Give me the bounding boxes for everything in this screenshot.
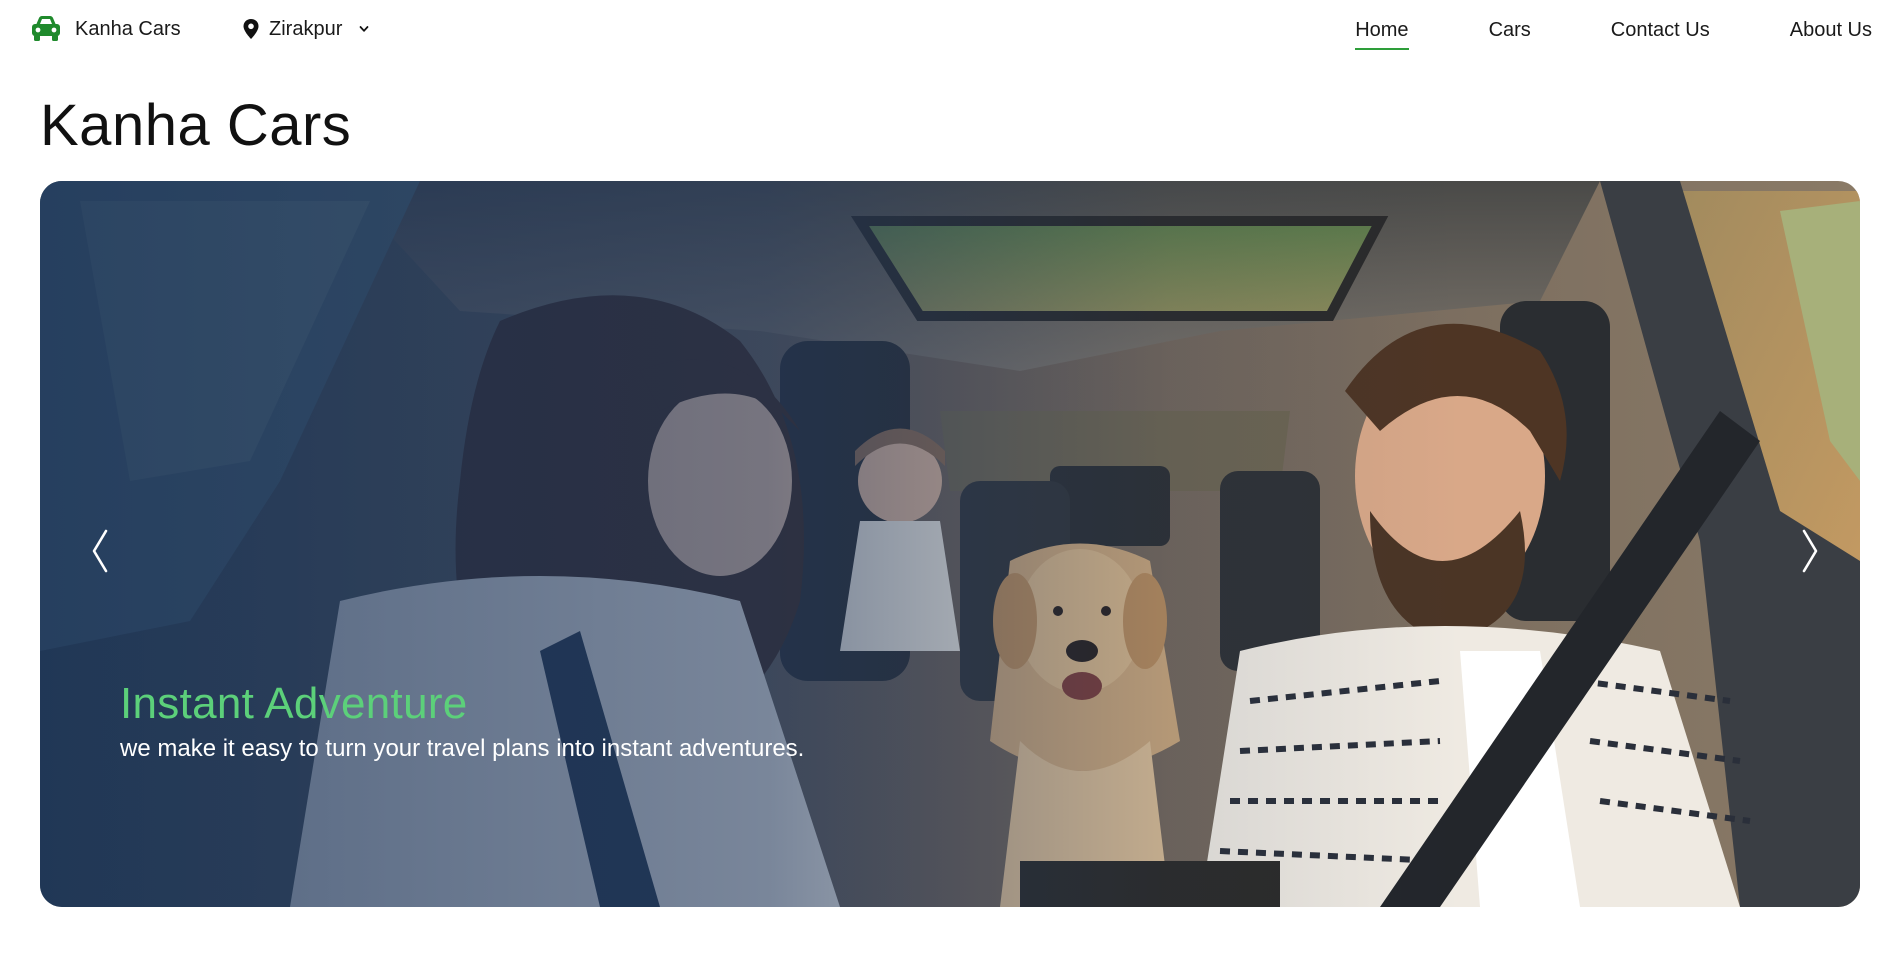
page-title: Kanha Cars xyxy=(40,93,352,158)
slide-text: we make it easy to turn your travel plan… xyxy=(120,735,805,762)
nav-link-home[interactable]: Home xyxy=(1355,13,1409,50)
location-name: Zirakpur xyxy=(269,17,343,40)
car-icon xyxy=(29,14,63,44)
carousel-next-button[interactable] xyxy=(1780,511,1840,591)
slide-title: Instant Adventure xyxy=(120,679,468,728)
chevron-left-icon xyxy=(89,528,111,574)
brand-link[interactable]: Kanha Cars xyxy=(29,12,181,46)
brand-name: Kanha Cars xyxy=(75,17,181,40)
map-pin-icon xyxy=(243,19,259,39)
hero-carousel: Instant Adventure we make it easy to tur… xyxy=(40,181,1860,907)
location-selector[interactable]: Zirakpur xyxy=(243,14,370,44)
chevron-down-icon xyxy=(352,23,370,35)
navbar: Kanha Cars Zirakpur Home Cars Contact Us… xyxy=(0,0,1892,58)
chevron-right-icon xyxy=(1799,528,1821,574)
slide-caption: Instant Adventure we make it easy to tur… xyxy=(120,679,804,763)
carousel-prev-button[interactable] xyxy=(70,511,130,591)
hero-overlay xyxy=(40,181,1860,907)
nav-link-cars[interactable]: Cars xyxy=(1489,13,1531,48)
nav-link-contact-us[interactable]: Contact Us xyxy=(1611,13,1710,48)
nav-links: Home Cars Contact Us About Us xyxy=(1355,10,1872,50)
nav-link-about-us[interactable]: About Us xyxy=(1790,13,1872,48)
